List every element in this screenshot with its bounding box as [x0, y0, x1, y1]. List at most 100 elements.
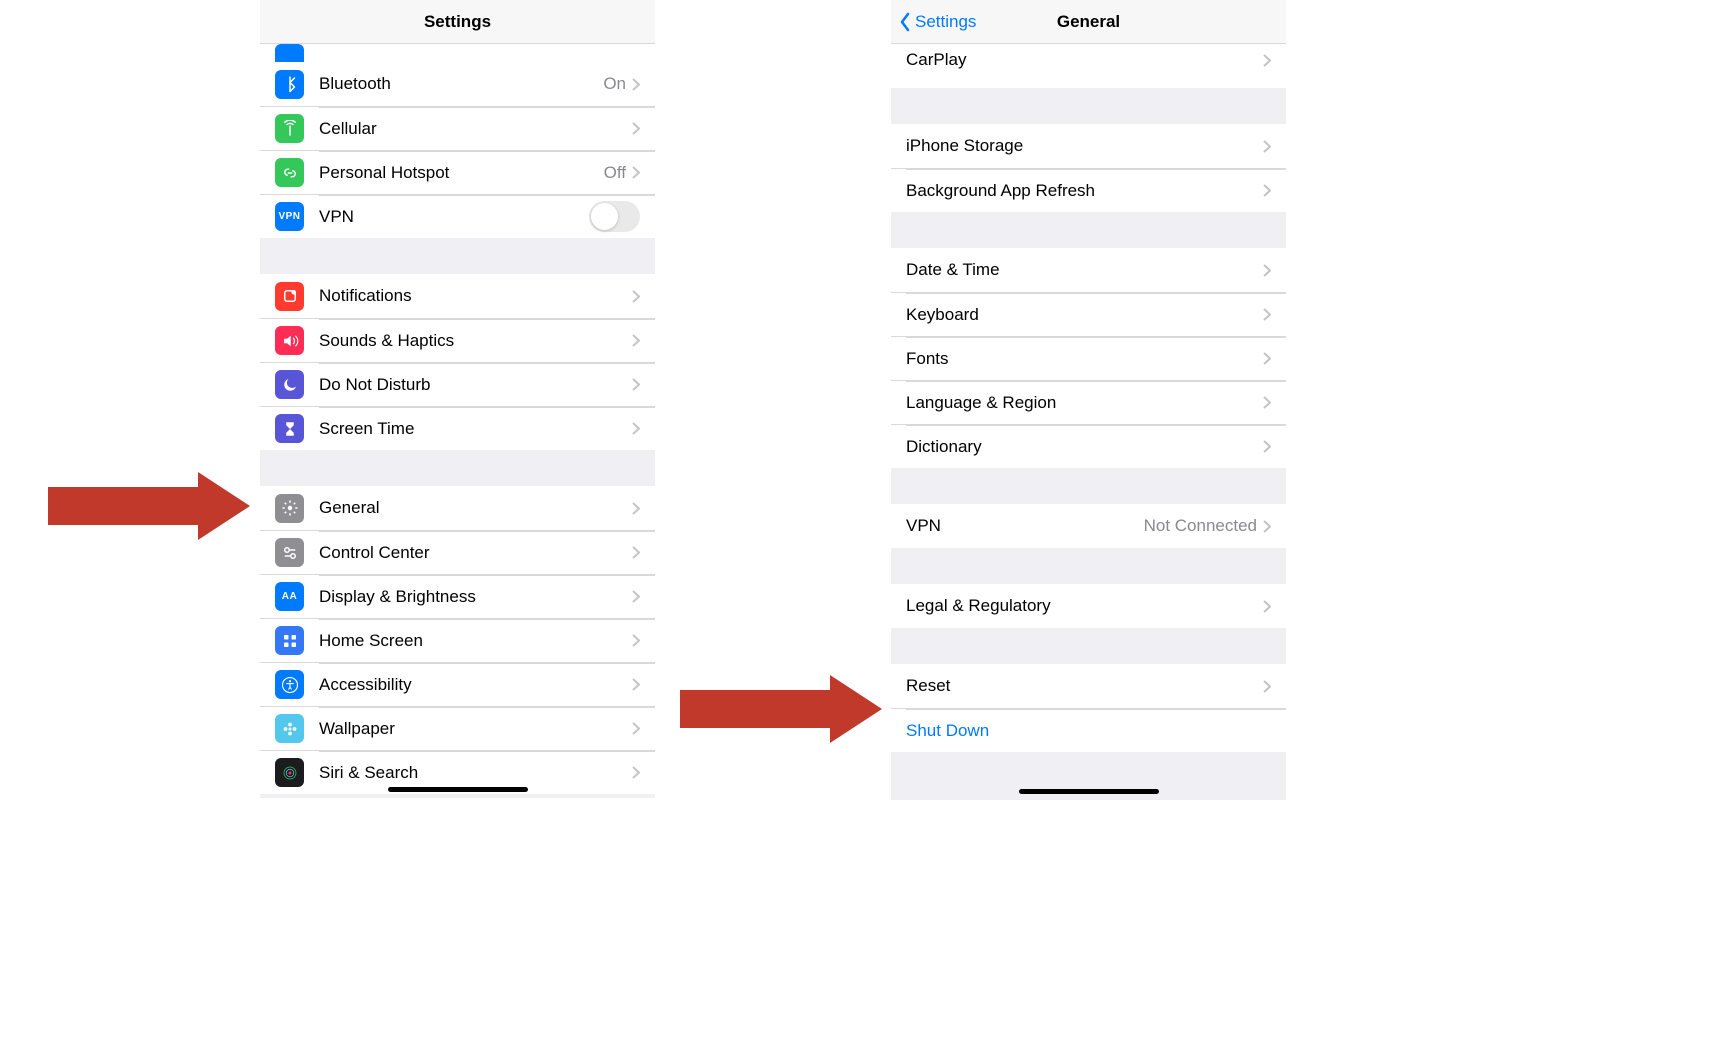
chevron-right-icon [632, 502, 640, 515]
arrow-head [198, 472, 250, 540]
chevron-right-icon [1263, 680, 1271, 693]
general-group: Legal & Regulatory [891, 584, 1286, 628]
row-label: General [319, 498, 632, 518]
gear-icon [275, 494, 304, 523]
chevron-right-icon [632, 334, 640, 347]
chevron-right-icon [632, 678, 640, 691]
group-spacer [891, 548, 1286, 584]
siri-icon [275, 758, 304, 787]
row-label: Keyboard [906, 305, 1263, 325]
textsize-icon: AA [275, 582, 304, 611]
chevron-right-icon [1263, 140, 1271, 153]
row-vpn[interactable]: VPN VPN [260, 194, 655, 238]
row-cellular[interactable]: Cellular [260, 106, 655, 150]
link-icon [275, 158, 304, 187]
row-dictionary[interactable]: Dictionary [891, 424, 1286, 468]
chevron-right-icon [632, 766, 640, 779]
row-label: Display & Brightness [319, 587, 632, 607]
home-indicator[interactable] [1019, 789, 1159, 794]
row-general[interactable]: General [260, 486, 655, 530]
arrow-shaft [680, 690, 830, 728]
settings-group: General Control Center AA Display & Brightn… [260, 486, 655, 794]
row-label: Control Center [319, 543, 632, 563]
row-datetime[interactable]: Date & Time [891, 248, 1286, 292]
vpn-icon: VPN [275, 202, 304, 231]
group-spacer [891, 628, 1286, 664]
row-control-center[interactable]: Control Center [260, 530, 655, 574]
row-label: VPN [906, 516, 1144, 536]
row-dnd[interactable]: Do Not Disturb [260, 362, 655, 406]
toggle-vpn[interactable] [589, 201, 640, 232]
row-label: Background App Refresh [906, 181, 1263, 201]
chevron-right-icon [1263, 396, 1271, 409]
page-title: Settings [424, 12, 491, 32]
chevron-right-icon [632, 290, 640, 303]
chevron-right-icon [632, 378, 640, 391]
hourglass-icon [275, 414, 304, 443]
row-label: Wallpaper [319, 719, 632, 739]
moon-icon [275, 370, 304, 399]
chevron-right-icon [632, 722, 640, 735]
group-spacer [260, 450, 655, 486]
navbar-settings: Settings [260, 0, 655, 44]
settings-list[interactable]: BluetoothOnCellularPersonal HotspotOffVP… [260, 44, 655, 798]
back-button[interactable]: Settings [899, 12, 976, 32]
row-accessibility[interactable]: Accessibility [260, 662, 655, 706]
group-spacer [891, 468, 1286, 504]
settings-group: Notifications Sounds & Haptics Do Not Dist… [260, 274, 655, 450]
arrow-head [830, 675, 882, 743]
row-home[interactable]: Home Screen [260, 618, 655, 662]
row-carplay[interactable]: CarPlay [891, 44, 1286, 88]
flower-icon [275, 714, 304, 743]
chevron-right-icon [632, 166, 640, 179]
chevron-left-icon [899, 12, 911, 32]
row-reset[interactable]: Reset [891, 664, 1286, 708]
row-label: Siri & Search [319, 763, 632, 783]
chevron-right-icon [1263, 600, 1271, 613]
row-keyboard[interactable]: Keyboard [891, 292, 1286, 336]
row-fonts[interactable]: Fonts [891, 336, 1286, 380]
row-label: Language & Region [906, 393, 1263, 413]
row-notifications[interactable]: Notifications [260, 274, 655, 318]
row-bgrefresh[interactable]: Background App Refresh [891, 168, 1286, 212]
row-label: Personal Hotspot [319, 163, 604, 183]
row-shutdown[interactable]: Shut Down [891, 708, 1286, 752]
general-group: VPNNot Connected [891, 504, 1286, 548]
row-wallpaper[interactable]: Wallpaper [260, 706, 655, 750]
general-list[interactable]: CarPlay iPhone Storage Background App Ref… [891, 44, 1286, 800]
navbar-general: Settings General [891, 0, 1286, 44]
chevron-right-icon [1263, 308, 1271, 321]
row-label: Accessibility [319, 675, 632, 695]
row-label: Sounds & Haptics [319, 331, 632, 351]
row-screentime[interactable]: Screen Time [260, 406, 655, 450]
home-indicator[interactable] [388, 787, 528, 792]
chevron-right-icon [1263, 264, 1271, 277]
row-hotspot[interactable]: Personal HotspotOff [260, 150, 655, 194]
switches-icon [275, 538, 304, 567]
row-label: Notifications [319, 286, 632, 306]
row-sounds[interactable]: Sounds & Haptics [260, 318, 655, 362]
row-bluetooth[interactable]: BluetoothOn [260, 62, 655, 106]
grid-icon [275, 626, 304, 655]
chevron-right-icon [632, 590, 640, 603]
chevron-right-icon [1263, 184, 1271, 197]
chevron-right-icon [1263, 520, 1271, 533]
row-label: Dictionary [906, 437, 1263, 457]
row-label: VPN [319, 207, 589, 227]
row-label: Bluetooth [319, 74, 603, 94]
chevron-right-icon [632, 634, 640, 647]
page-title: General [1057, 12, 1120, 32]
row-vpn2[interactable]: VPNNot Connected [891, 504, 1286, 548]
row-language[interactable]: Language & Region [891, 380, 1286, 424]
row-label: Screen Time [319, 419, 632, 439]
row-label: Date & Time [906, 260, 1263, 280]
partial-row-top [260, 44, 655, 62]
annotation-arrow-shutdown [680, 675, 882, 743]
bluetooth-icon [275, 70, 304, 99]
row-legal[interactable]: Legal & Regulatory [891, 584, 1286, 628]
row-label: Legal & Regulatory [906, 596, 1263, 616]
row-display[interactable]: AA Display & Brightness [260, 574, 655, 618]
antenna-icon [275, 114, 304, 143]
chevron-right-icon [632, 546, 640, 559]
row-storage[interactable]: iPhone Storage [891, 124, 1286, 168]
